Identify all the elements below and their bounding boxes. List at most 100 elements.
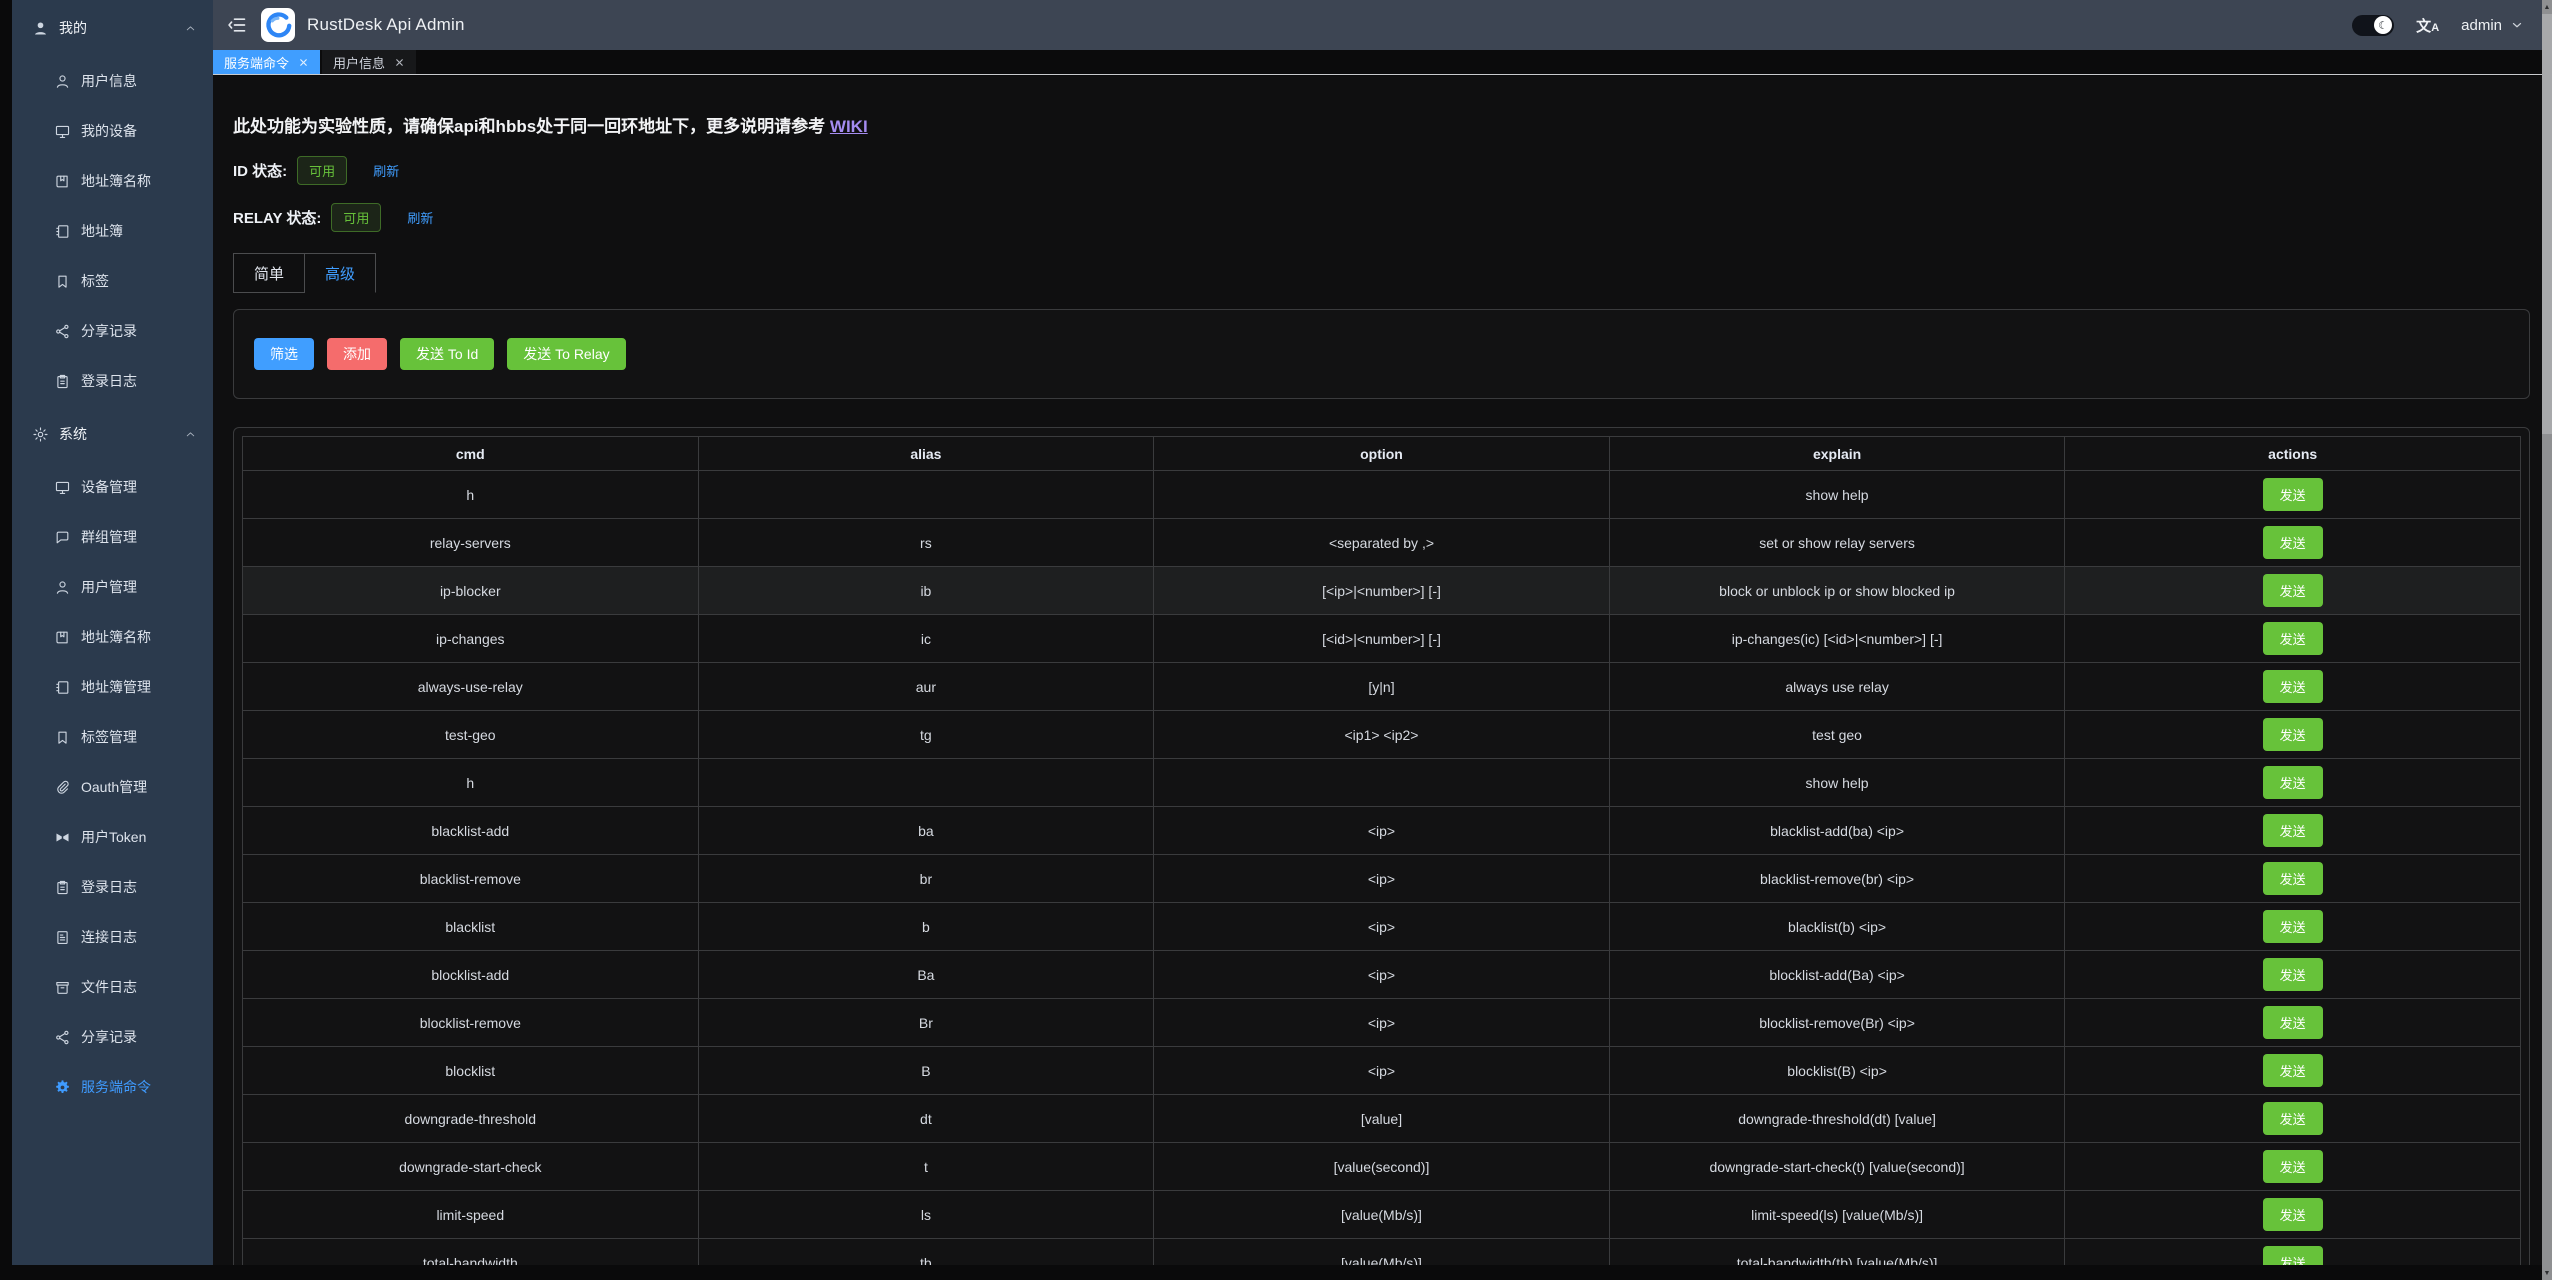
send-button[interactable]: 发送 [2263, 574, 2323, 607]
sidebar-group-header[interactable]: 我的 [12, 0, 213, 56]
sidebar-item[interactable]: 地址簿管理 [12, 662, 213, 712]
bookmark-icon [54, 729, 71, 746]
sidebar-item[interactable]: 分享记录 [12, 306, 213, 356]
wiki-link[interactable]: WIKI [830, 117, 868, 136]
table-cell-option: [value] [1154, 1095, 1610, 1143]
sidebar-item[interactable]: 文件日志 [12, 962, 213, 1012]
dark-mode-toggle[interactable]: ☾ [2352, 15, 2394, 36]
scrollbar-up-arrow[interactable]: ▲ [2542, 0, 2552, 14]
sidebar-item[interactable]: 连接日志 [12, 912, 213, 962]
collapse-sidebar-icon[interactable] [227, 15, 247, 35]
table-cell-option [1154, 759, 1610, 807]
send-button[interactable]: 发送 [2263, 718, 2323, 751]
scrollbar-thumb[interactable] [2542, 14, 2552, 434]
sidebar-item[interactable]: 服务端命令 [12, 1062, 213, 1112]
language-switch-icon[interactable]: 文A [2416, 15, 2439, 36]
table-cell-explain: limit-speed(ls) [value(Mb/s)] [1609, 1191, 2065, 1239]
table-cell-cmd: blacklist-remove [243, 855, 699, 903]
table-row: always-use-relayaur[y|n]always use relay… [243, 663, 2521, 711]
sidebar-item[interactable]: 标签 [12, 256, 213, 306]
scrollbar-down-arrow[interactable]: ▼ [2542, 1266, 2552, 1280]
toolbar-button[interactable]: 添加 [327, 338, 387, 370]
sidebar-item[interactable]: 用户管理 [12, 562, 213, 612]
send-button[interactable]: 发送 [2263, 1246, 2323, 1265]
sidebar-item[interactable]: 用户Token [12, 812, 213, 862]
sidebar: 我的用户信息我的设备地址簿名称地址簿标签分享记录登录日志系统设备管理群组管理用户… [12, 0, 213, 1265]
table-cell-alias: aur [698, 663, 1154, 711]
main-content: 此处功能为实验性质，请确保api和hbbs处于同一回环地址下，更多说明请参考 W… [213, 76, 2542, 1265]
experimental-notice: 此处功能为实验性质，请确保api和hbbs处于同一回环地址下，更多说明请参考 W… [233, 112, 2530, 137]
table-cell-option: <ip> [1154, 1047, 1610, 1095]
sidebar-item[interactable]: 登录日志 [12, 862, 213, 912]
close-icon[interactable] [394, 57, 405, 68]
send-button[interactable]: 发送 [2263, 622, 2323, 655]
send-button[interactable]: 发送 [2263, 1102, 2323, 1135]
book-icon [54, 629, 71, 646]
table-cell-explain: blocklist(B) <ip> [1609, 1047, 2065, 1095]
sidebar-item[interactable]: 群组管理 [12, 512, 213, 562]
user-menu[interactable]: admin [2461, 17, 2524, 34]
send-button[interactable]: 发送 [2263, 1006, 2323, 1039]
table-row: relay-serversrs<separated by ,>set or sh… [243, 519, 2521, 567]
sidebar-item-label: 分享记录 [81, 321, 137, 341]
share-icon [54, 323, 71, 340]
table-cell-actions: 发送 [2065, 999, 2521, 1047]
toolbar-button[interactable]: 发送 To Id [400, 338, 494, 370]
send-button[interactable]: 发送 [2263, 478, 2323, 511]
table-row: blocklist-removeBr<ip>blocklist-remove(B… [243, 999, 2521, 1047]
send-button[interactable]: 发送 [2263, 526, 2323, 559]
table-cell-alias: Ba [698, 951, 1154, 999]
mode-tab[interactable]: 简单 [233, 253, 305, 293]
toolbar-button[interactable]: 筛选 [254, 338, 314, 370]
sidebar-item-label: 标签管理 [81, 727, 137, 747]
mode-tabs: 简单高级 [233, 253, 376, 293]
sidebar-item[interactable]: Oauth管理 [12, 762, 213, 812]
toolbar-button[interactable]: 发送 To Relay [507, 338, 625, 370]
book-icon [54, 173, 71, 190]
sidebar-item[interactable]: 用户信息 [12, 56, 213, 106]
table-cell-cmd: ip-changes [243, 615, 699, 663]
table-cell-actions: 发送 [2065, 951, 2521, 999]
refresh-link[interactable]: 刷新 [407, 208, 433, 227]
table-cell-actions: 发送 [2065, 855, 2521, 903]
sidebar-item-label: 服务端命令 [81, 1077, 151, 1097]
table-row: hshow help发送 [243, 471, 2521, 519]
send-button[interactable]: 发送 [2263, 1150, 2323, 1183]
page-scrollbar[interactable]: ▲ ▼ [2542, 0, 2552, 1280]
send-button[interactable]: 发送 [2263, 1054, 2323, 1087]
sidebar-item-label: 用户Token [81, 827, 146, 847]
status-badge: 可用 [331, 203, 381, 232]
sidebar-item[interactable]: 标签管理 [12, 712, 213, 762]
send-button[interactable]: 发送 [2263, 862, 2323, 895]
send-button[interactable]: 发送 [2263, 910, 2323, 943]
sidebar-item[interactable]: 地址簿 [12, 206, 213, 256]
window-tab[interactable]: 服务端命令 [213, 50, 320, 74]
mode-tab[interactable]: 高级 [304, 253, 376, 293]
sidebar-item-label: 用户管理 [81, 577, 137, 597]
send-button[interactable]: 发送 [2263, 814, 2323, 847]
table-cell-explain: show help [1609, 471, 2065, 519]
sidebar-item[interactable]: 设备管理 [12, 462, 213, 512]
send-button[interactable]: 发送 [2263, 958, 2323, 991]
sidebar-item-label: 分享记录 [81, 1027, 137, 1047]
sidebar-item[interactable]: 地址簿名称 [12, 156, 213, 206]
table-cell-explain: blocklist-remove(Br) <ip> [1609, 999, 2065, 1047]
window-tab[interactable]: 用户信息 [322, 50, 416, 74]
sidebar-item-label: 群组管理 [81, 527, 137, 547]
send-button[interactable]: 发送 [2263, 1198, 2323, 1231]
sidebar-group-header[interactable]: 系统 [12, 406, 213, 462]
send-button[interactable]: 发送 [2263, 670, 2323, 703]
sidebar-item[interactable]: 登录日志 [12, 356, 213, 406]
sidebar-item[interactable]: 我的设备 [12, 106, 213, 156]
sidebar-item[interactable]: 分享记录 [12, 1012, 213, 1062]
table-row: blocklistB<ip>blocklist(B) <ip>发送 [243, 1047, 2521, 1095]
refresh-link[interactable]: 刷新 [373, 161, 399, 180]
close-icon[interactable] [298, 57, 309, 68]
table-column-header: alias [698, 437, 1154, 471]
table-cell-cmd: blacklist [243, 903, 699, 951]
sidebar-item[interactable]: 地址簿名称 [12, 612, 213, 662]
sidebar-item-label: 用户信息 [81, 71, 137, 91]
send-button[interactable]: 发送 [2263, 766, 2323, 799]
status-label: ID 状态: [233, 160, 287, 181]
table-cell-explain: set or show relay servers [1609, 519, 2065, 567]
